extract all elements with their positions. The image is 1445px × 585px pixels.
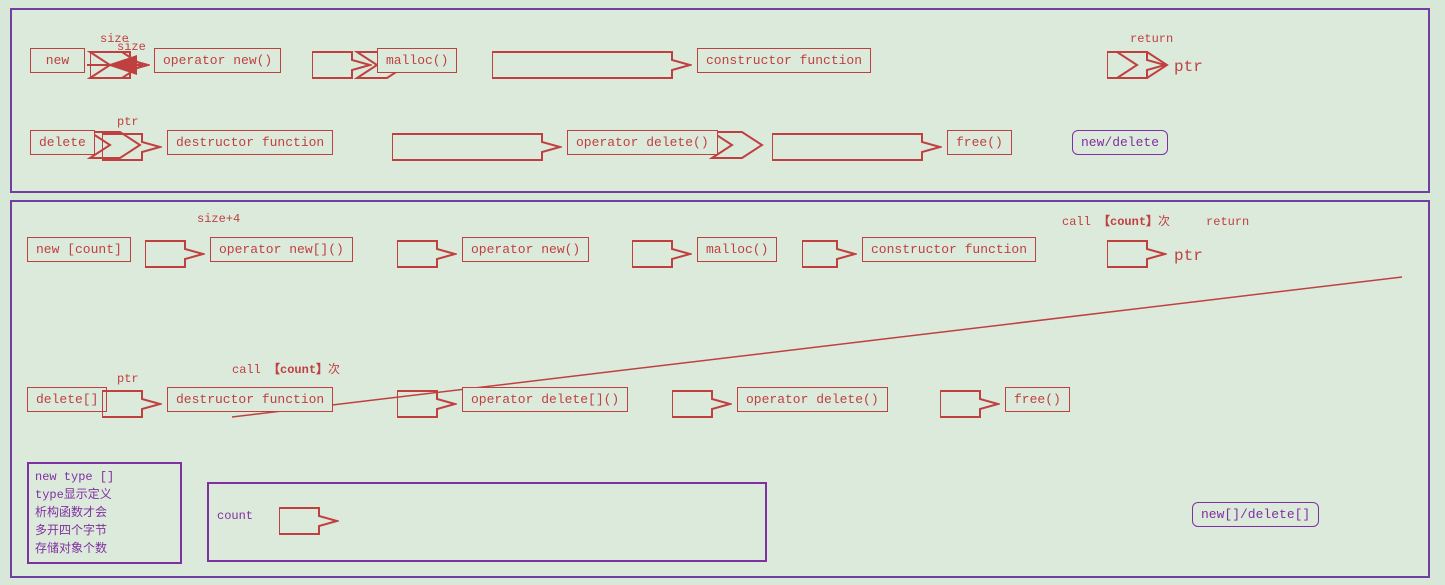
- note-line2: type显示定义: [35, 486, 174, 504]
- ptr-label: ptr: [1174, 58, 1203, 76]
- top-section: size new size operator new() malloc() co…: [10, 8, 1430, 193]
- ptr-label3: ptr: [1174, 247, 1203, 265]
- arrow5: [102, 130, 162, 164]
- call-count-label: call 【count】次: [232, 360, 340, 377]
- count-arrow: [279, 504, 339, 538]
- new-delete-badge: new/delete: [1072, 130, 1168, 155]
- ptr-label2: ptr: [117, 115, 139, 129]
- destructor-box: destructor function: [167, 130, 333, 155]
- top-arrows-svg: [12, 10, 1428, 191]
- arrow4: [1107, 48, 1167, 82]
- op-delete-box2: operator delete(): [737, 387, 888, 412]
- arrow2: [312, 48, 372, 82]
- call-count-label-top: call 【count】次 return: [1062, 212, 1249, 229]
- arrow6: [392, 130, 562, 164]
- bottom-section: size+4 call 【count】次 return new [count] …: [10, 200, 1430, 578]
- b-arrow9: [940, 387, 1000, 421]
- destructor-box2: destructor function: [167, 387, 333, 412]
- op-delete-box: operator delete(): [567, 130, 718, 155]
- new-count-box: new [count]: [27, 237, 131, 262]
- b-arrow4: [802, 237, 857, 271]
- free-box: free(): [947, 130, 1012, 155]
- new-arr-delete-arr-badge: new[]/delete[]: [1192, 502, 1319, 527]
- malloc-box2: malloc(): [697, 237, 777, 262]
- count-label: count: [217, 509, 253, 523]
- constructor-box2: constructor function: [862, 237, 1036, 262]
- ptr-label4: ptr: [117, 372, 139, 386]
- op-new-box2: operator new(): [462, 237, 589, 262]
- size-label-text: size: [100, 32, 129, 46]
- count-section: count: [207, 482, 767, 562]
- b-arrow8: [672, 387, 732, 421]
- delete-box: delete: [30, 130, 95, 155]
- return-label: return: [1130, 32, 1173, 46]
- b-arrow3: [632, 237, 692, 271]
- note-line5: 存储对象个数: [35, 540, 174, 558]
- note-line4: 多开四个字节: [35, 522, 174, 540]
- size4-label: size+4: [197, 212, 240, 226]
- note-line3: 析构函数才会: [35, 504, 174, 522]
- op-new-arr-box: operator new[](): [210, 237, 353, 262]
- arrow7: [772, 130, 942, 164]
- arrow3: [492, 48, 692, 82]
- note-line1: new type []: [35, 468, 174, 486]
- delete-arr-box: delete[]: [27, 387, 107, 412]
- b-arrow6: [102, 387, 162, 421]
- free-box2: free(): [1005, 387, 1070, 412]
- malloc-box: malloc(): [377, 48, 457, 73]
- note-box: new type [] type显示定义 析构函数才会 多开四个字节 存储对象个…: [27, 462, 182, 564]
- b-arrow7: [397, 387, 457, 421]
- b-arrow1: [145, 237, 205, 271]
- op-new-box: operator new(): [154, 48, 281, 73]
- new-box: new: [30, 48, 85, 73]
- b-arrow5: [1107, 237, 1167, 271]
- arrow1: [90, 48, 150, 82]
- op-delete-arr-box: operator delete[](): [462, 387, 628, 412]
- diagram-container: size new size operator new() malloc() co…: [0, 0, 1445, 585]
- b-arrow2: [397, 237, 457, 271]
- constructor-box: constructor function: [697, 48, 871, 73]
